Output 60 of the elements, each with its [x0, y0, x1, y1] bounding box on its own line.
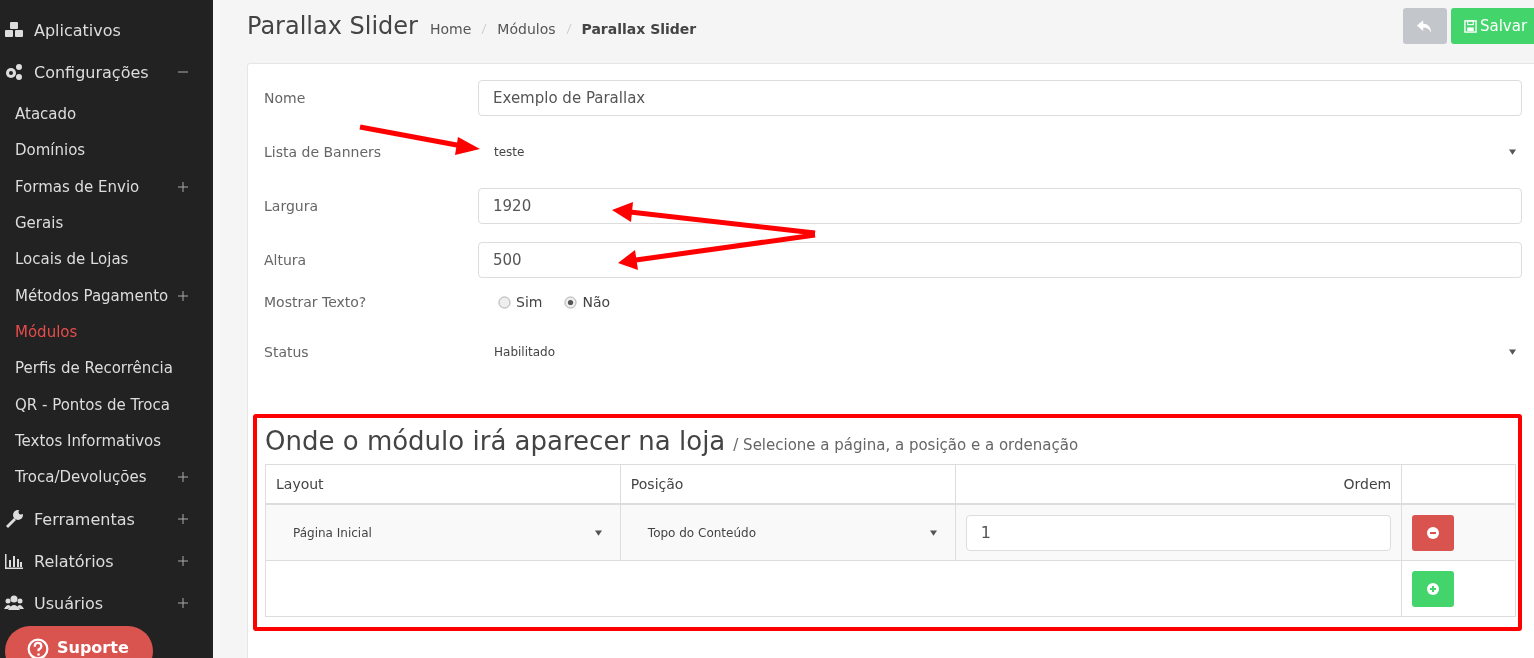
radio-option[interactable]: Não — [564, 294, 611, 310]
support-button[interactable]: Suporte — [5, 626, 153, 658]
breadcrumb-current: Parallax Slider — [581, 21, 697, 37]
sidebar-item[interactable]: Perfis de Recorrência — [0, 350, 213, 387]
sidebar-item[interactable]: Usuários — [0, 585, 213, 622]
sidebar-item[interactable]: Formas de Envio — [0, 168, 213, 205]
field-label: Mostrar Texto? — [264, 294, 368, 310]
caret-icon — [1509, 149, 1516, 155]
input-field[interactable]: 500 — [478, 242, 1522, 278]
caret-icon — [1509, 349, 1516, 355]
help-icon — [27, 638, 49, 658]
plus-circle-icon — [1427, 582, 1440, 595]
sidebar-item[interactable]: Relatórios — [0, 543, 213, 580]
reply-arrow-icon — [1416, 18, 1434, 34]
breadcrumb-link[interactable]: Módulos — [497, 21, 556, 37]
wrench-icon — [4, 509, 24, 530]
input-field[interactable]: 1 — [965, 514, 1392, 551]
breadcrumb-separator — [565, 23, 572, 35]
section-subtitle: / Selecione a página, a posição e a ordenação — [733, 436, 1079, 454]
column-header: Ordem — [1343, 476, 1392, 492]
column-header: Layout — [276, 476, 324, 492]
sidebar-item[interactable]: Métodos Pagamento — [0, 277, 213, 314]
section-title: Onde o módulo irá aparecer na loja — [265, 426, 726, 456]
floppy-icon — [1463, 19, 1477, 33]
breadcrumb-link[interactable]: Home — [430, 21, 472, 37]
sidebar-item[interactable]: Configurações — [0, 54, 213, 90]
sidebar-item[interactable]: Aplicativos — [0, 12, 213, 48]
caret-icon — [929, 529, 937, 536]
cubes-icon — [4, 20, 24, 40]
column-header: Posição — [630, 476, 684, 492]
field-label: Nome — [264, 90, 307, 106]
radio-option[interactable]: Sim — [498, 294, 543, 310]
field-label: Largura — [264, 198, 319, 214]
gears-icon — [4, 62, 24, 82]
input-field[interactable]: Exemplo de Parallax — [478, 80, 1522, 116]
sidebar-item[interactable]: Textos Informativos — [0, 422, 213, 459]
input-field[interactable]: 1920 — [478, 188, 1522, 224]
sidebar-item[interactable]: Ferramentas — [0, 501, 213, 538]
field-label: Lista de Banners — [264, 144, 383, 160]
caret-icon — [594, 529, 602, 536]
breadcrumb-separator — [481, 23, 488, 35]
select-field[interactable]: Habilitado — [478, 334, 1522, 370]
field-label: Altura — [264, 252, 308, 268]
radio-button[interactable] — [498, 295, 511, 309]
sidebar-item[interactable]: Locais de Lojas — [0, 241, 213, 278]
page-title: Parallax Slider — [247, 12, 418, 40]
add-button[interactable] — [1412, 570, 1455, 607]
sidebar-item[interactable]: Módulos — [0, 313, 213, 351]
sidebar-item[interactable]: QR - Pontos de Troca — [0, 386, 213, 423]
select-field[interactable]: teste — [478, 134, 1522, 170]
radio-button[interactable] — [564, 295, 578, 309]
bar-chart-icon — [4, 551, 24, 572]
sidebar-item[interactable]: Domínios — [0, 132, 213, 169]
remove-button[interactable] — [1412, 514, 1455, 551]
sidebar-item[interactable]: Atacado — [0, 96, 213, 133]
minus-circle-icon — [1427, 526, 1440, 539]
sidebar-item[interactable]: Troca/Devoluções — [0, 458, 213, 496]
field-label: Status — [264, 344, 310, 360]
back-button[interactable] — [1403, 8, 1447, 44]
sidebar-item[interactable]: Gerais — [0, 204, 213, 242]
